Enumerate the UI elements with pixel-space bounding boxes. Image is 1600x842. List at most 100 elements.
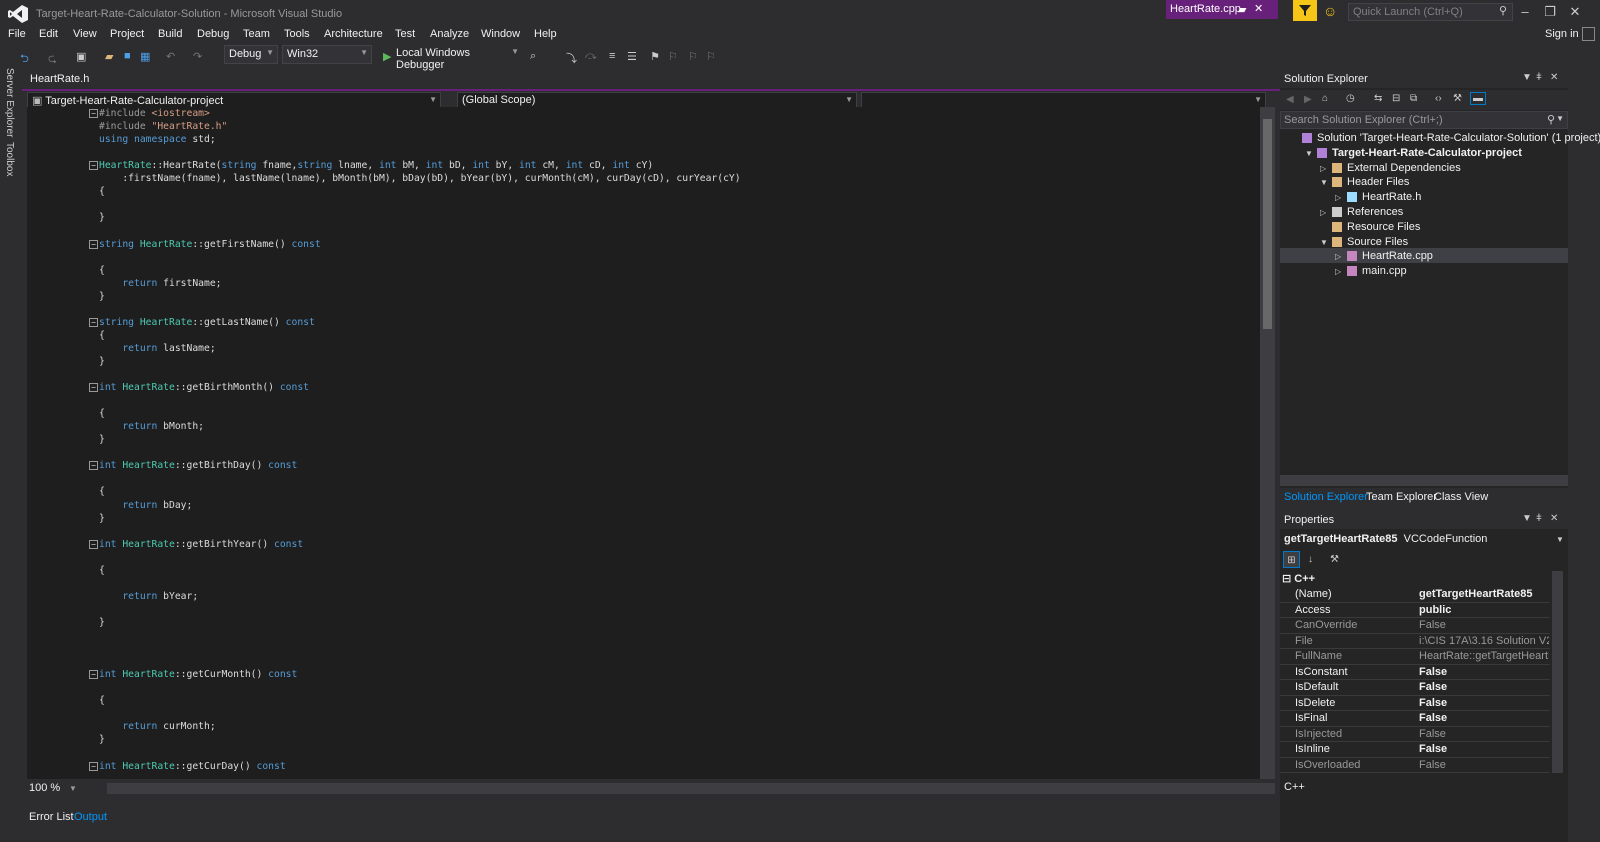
- sync-icon[interactable]: ⇆: [1374, 93, 1382, 104]
- editor-vertical-scrollbar[interactable]: [1260, 107, 1275, 779]
- view-code-icon[interactable]: ‹›: [1435, 93, 1442, 104]
- close-panel-icon[interactable]: ✕: [1550, 72, 1558, 83]
- collapse-outline-icon[interactable]: −: [89, 109, 98, 118]
- tab-heartrate-cpp[interactable]: HeartRate.cpp ▰ ✕: [1166, 0, 1278, 19]
- property-row[interactable]: IsDelete False: [1280, 696, 1550, 711]
- code-line[interactable]: return curMonth;: [99, 720, 215, 733]
- navigate-back-icon[interactable]: ⮌: [20, 50, 29, 69]
- account-icon[interactable]: [1582, 27, 1595, 41]
- property-value[interactable]: False: [1419, 681, 1549, 693]
- quick-launch-input[interactable]: Quick Launch (Ctrl+Q): [1348, 3, 1513, 21]
- show-all-files-icon[interactable]: ⧉: [1410, 93, 1417, 104]
- tree-item[interactable]: Target-Heart-Rate-Calculator-project: [1317, 146, 1522, 161]
- property-row[interactable]: IsFinal False: [1280, 711, 1550, 727]
- property-row[interactable]: IsConstant False: [1280, 665, 1550, 680]
- navigate-forward-icon[interactable]: ⮎: [48, 50, 57, 69]
- project-scope-select[interactable]: ▣ Target-Heart-Rate-Calculator-project ▼: [27, 92, 441, 108]
- search-icon[interactable]: ⚲: [1499, 4, 1507, 17]
- collapse-outline-icon[interactable]: −: [89, 161, 98, 171]
- tree-item[interactable]: main.cpp: [1347, 264, 1407, 279]
- menu-tools[interactable]: Tools: [284, 28, 310, 40]
- property-value[interactable]: False: [1419, 759, 1549, 771]
- collapse-outline-icon[interactable]: −: [89, 539, 98, 549]
- global-scope-select[interactable]: (Global Scope) ▼: [457, 92, 857, 108]
- save-all-icon[interactable]: ▦: [140, 50, 150, 63]
- preview-selected-icon[interactable]: ▬: [1470, 92, 1486, 105]
- property-value[interactable]: False: [1419, 728, 1549, 740]
- menu-file[interactable]: File: [8, 28, 26, 40]
- property-value[interactable]: False: [1419, 666, 1549, 678]
- code-line[interactable]: return bYear;: [99, 590, 198, 603]
- collapse-outline-icon[interactable]: −: [89, 670, 98, 680]
- bookmark-icon[interactable]: ⚑: [650, 50, 660, 63]
- member-select[interactable]: ▼: [861, 92, 1266, 108]
- menu-project[interactable]: Project: [110, 28, 144, 40]
- code-line[interactable]: {: [99, 694, 105, 707]
- property-row[interactable]: Access public: [1280, 603, 1550, 618]
- code-line[interactable]: :firstName(fname), lastName(lname), bMon…: [99, 172, 740, 185]
- panel-menu-chevron-icon[interactable]: ▼: [1522, 513, 1532, 524]
- menu-debug[interactable]: Debug: [197, 28, 229, 40]
- server-explorer-tab[interactable]: Server Explorer: [4, 68, 15, 137]
- code-line[interactable]: int HeartRate::getBirthMonth() const: [99, 381, 309, 394]
- collapsed-arrow-icon[interactable]: ▷: [1335, 267, 1341, 276]
- collapsed-arrow-icon[interactable]: ▷: [1335, 252, 1341, 261]
- close-panel-icon[interactable]: ✕: [1550, 513, 1558, 524]
- minimize-button[interactable]: –: [1515, 4, 1535, 19]
- menu-team[interactable]: Team: [243, 28, 270, 40]
- code-line[interactable]: HeartRate::HeartRate(string fname,string…: [99, 159, 653, 172]
- forward-icon[interactable]: ▶: [1304, 94, 1312, 105]
- tab-output[interactable]: Output: [74, 811, 107, 823]
- start-debugging-icon[interactable]: ▶: [383, 50, 391, 63]
- collapse-outline-icon[interactable]: −: [89, 461, 98, 471]
- property-value[interactable]: public: [1419, 604, 1549, 616]
- back-icon[interactable]: ◀: [1286, 94, 1294, 105]
- editor-horizontal-scrollbar[interactable]: [107, 783, 1275, 794]
- code-line[interactable]: {: [99, 185, 105, 198]
- code-line[interactable]: }: [99, 290, 105, 303]
- toolbox-tab[interactable]: Toolbox: [4, 142, 15, 176]
- scrollbar-thumb[interactable]: [1263, 119, 1272, 329]
- uncomment-icon[interactable]: ☰: [627, 50, 637, 63]
- code-line[interactable]: {: [99, 407, 105, 420]
- property-row[interactable]: IsOverloaded False: [1280, 758, 1550, 773]
- configuration-select[interactable]: Debug ▼: [224, 45, 278, 64]
- tab-solution-explorer[interactable]: Solution Explorer: [1284, 491, 1368, 503]
- close-tab-icon[interactable]: ✕: [1254, 2, 1263, 15]
- tree-item[interactable]: Source Files: [1332, 235, 1408, 250]
- property-value[interactable]: i:\CIS 17A\3.16 Solution V2.0: [1419, 635, 1549, 647]
- step-over-icon[interactable]: ⤼: [585, 50, 597, 63]
- new-project-icon[interactable]: ▣: [76, 50, 86, 63]
- prev-bookmark-icon[interactable]: ⚐: [668, 50, 678, 63]
- code-line[interactable]: int HeartRate::getBirthYear() const: [99, 538, 303, 551]
- tree-item[interactable]: Resource Files: [1332, 220, 1420, 235]
- tree-item[interactable]: References: [1332, 205, 1403, 220]
- property-value[interactable]: False: [1419, 619, 1549, 631]
- code-line[interactable]: #include <iostream>: [99, 107, 210, 120]
- code-line[interactable]: string HeartRate::getLastName() const: [99, 316, 315, 329]
- home-icon[interactable]: ⌂: [1322, 93, 1328, 104]
- code-line[interactable]: }: [99, 616, 105, 629]
- tree-item[interactable]: HeartRate.h: [1347, 190, 1421, 205]
- expanded-arrow-icon[interactable]: ▼: [1305, 149, 1313, 158]
- properties-vertical-scrollbar[interactable]: [1552, 571, 1563, 773]
- panel-menu-chevron-icon[interactable]: ▼: [1522, 72, 1532, 83]
- code-line[interactable]: }: [99, 355, 105, 368]
- comment-icon[interactable]: ≡: [609, 50, 615, 62]
- code-line[interactable]: {: [99, 264, 105, 277]
- close-window-button[interactable]: ✕: [1565, 4, 1585, 20]
- zoom-level-select[interactable]: 100 %: [29, 782, 60, 794]
- property-value[interactable]: False: [1419, 697, 1549, 709]
- code-line[interactable]: int HeartRate::getCurDay() const: [99, 760, 286, 773]
- collapsed-arrow-icon[interactable]: ▷: [1320, 208, 1326, 217]
- menu-edit[interactable]: Edit: [39, 28, 58, 40]
- code-line[interactable]: return bMonth;: [99, 420, 204, 433]
- menu-test[interactable]: Test: [395, 28, 415, 40]
- collapsed-arrow-icon[interactable]: ▷: [1320, 164, 1326, 173]
- code-line[interactable]: {: [99, 329, 105, 342]
- pin-icon[interactable]: ▰: [1238, 3, 1246, 16]
- code-line[interactable]: }: [99, 211, 105, 224]
- expanded-arrow-icon[interactable]: ▼: [1320, 238, 1328, 247]
- step-into-icon[interactable]: ⤵: [566, 50, 577, 66]
- solution-explorer-horizontal-scrollbar[interactable]: [1280, 475, 1568, 486]
